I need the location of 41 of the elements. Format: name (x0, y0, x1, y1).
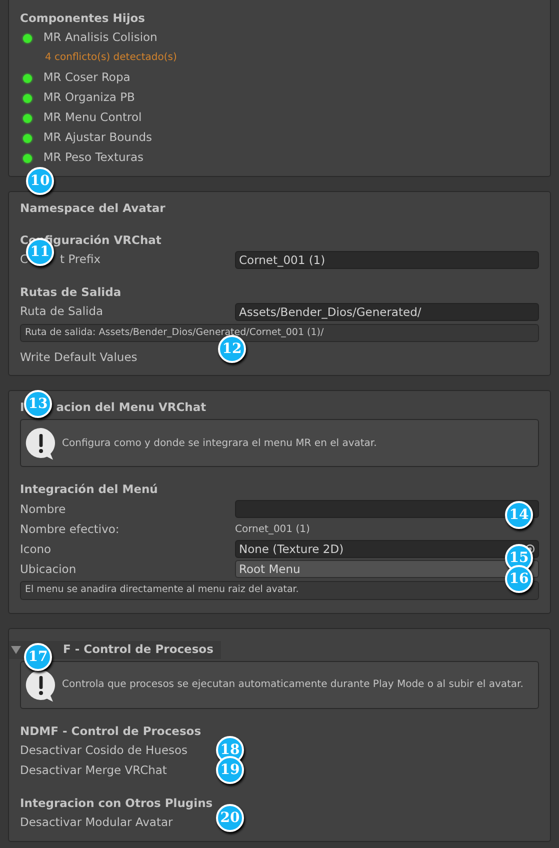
text-field[interactable] (235, 500, 539, 518)
field-label: Write Default Values (20, 348, 138, 366)
section-heading: acion del Menu VRChat (56, 399, 206, 416)
section-heading: Namespace del Avatar (20, 200, 166, 217)
field-label: Nombre efectivo: (20, 520, 120, 538)
section-heading: Integración del Menú (20, 481, 158, 498)
info-bubble-icon (24, 426, 58, 460)
field-label: Desactivar Cosido de Huesos (20, 742, 188, 759)
field-label: Ubicacion (20, 560, 76, 578)
status-dot-icon (22, 34, 32, 42)
component-name: MR Menu Control (43, 109, 142, 126)
component-name: MR Peso Texturas (43, 149, 144, 166)
component-name: MR Organiza PB (43, 89, 135, 106)
text-field[interactable]: Cornet_001 (1) (235, 251, 539, 269)
help-text: Controla que procesos se ejecutan automaticamente durante Play Mode o al subir el avatar. (62, 678, 524, 692)
section-heading: Integracion con Otros Plugins (20, 794, 213, 812)
status-dot-icon (22, 74, 32, 82)
info-text: Ruta de salida: Assets/Bender_Dios/Generated/Cornet_001 (1)/ (20, 324, 539, 342)
section-title: F - Control de Procesos (63, 640, 214, 658)
help-text: Configura como y donde se integrara el menu MR en el avatar. (62, 436, 377, 451)
field-label: Nombre (20, 500, 66, 518)
field-label: Ruta de Salida (20, 303, 104, 320)
section-heading: NDMF - Control de Procesos (20, 722, 202, 740)
status-dot-icon (22, 134, 32, 142)
section-heading: Componentes Hijos (20, 10, 146, 27)
value-text: Cornet_001 (1) (235, 522, 310, 537)
status-dot-icon (22, 114, 32, 122)
section-heading: I (20, 399, 24, 416)
warning-text: 4 conflicto(s) detectado(s) (44, 51, 178, 65)
field-label: Desactivar Merge VRChat (20, 762, 167, 779)
field-label: t Prefix (60, 251, 101, 268)
section-heading: Rutas de Salida (20, 284, 122, 301)
component-name: MR Coser Ropa (43, 69, 130, 86)
component-name: MR Analisis Colision (43, 29, 158, 46)
text-field[interactable]: Assets/Bender_Dios/Generated/ (235, 303, 539, 321)
status-dot-icon (22, 94, 32, 102)
field-label: Icono (20, 540, 52, 558)
field-label: Desactivar Modular Avatar (20, 814, 173, 831)
status-dot-icon (22, 154, 32, 162)
component-name: MR Ajustar Bounds (43, 129, 152, 146)
info-bubble-icon (24, 668, 58, 702)
